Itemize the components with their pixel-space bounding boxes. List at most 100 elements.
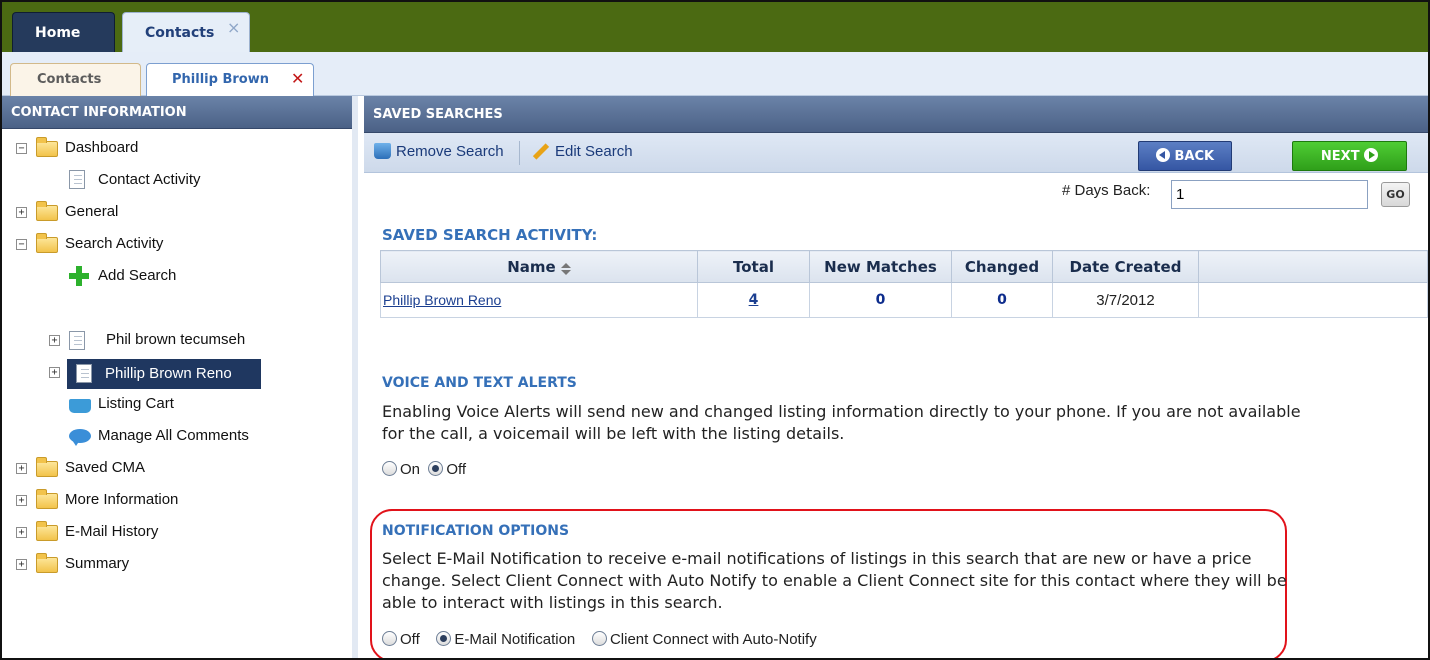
- document-icon: [76, 364, 92, 383]
- expand-icon[interactable]: +: [49, 335, 60, 346]
- top-tab-bar: Home Contacts ×: [2, 2, 1428, 52]
- column-header-name[interactable]: Name: [380, 250, 698, 283]
- folder-icon: [36, 137, 58, 157]
- tree-item-email-history[interactable]: E-Mail History: [65, 517, 158, 547]
- column-header-changed[interactable]: Changed: [951, 250, 1053, 283]
- cart-icon: [69, 399, 91, 413]
- go-button[interactable]: GO: [1381, 182, 1410, 207]
- table-header-row: Name Total New Matches Changed Date Crea…: [380, 250, 1428, 283]
- collapse-icon[interactable]: −: [16, 239, 27, 250]
- column-header-empty: [1198, 250, 1428, 283]
- cell-new-matches: 0: [809, 282, 952, 318]
- notify-email-option[interactable]: E-Mail Notification: [436, 631, 575, 648]
- radio-button[interactable]: [382, 461, 397, 476]
- subtab-contacts[interactable]: Contacts: [10, 63, 141, 96]
- folder-icon: [36, 233, 58, 253]
- trash-icon: [374, 143, 391, 159]
- table-row: Phillip Brown Reno 4 0 0 3/7/2012: [380, 282, 1428, 318]
- tree-item-general[interactable]: General: [65, 197, 118, 227]
- tree-item-more-information[interactable]: More Information: [65, 485, 178, 515]
- toolbar: Remove Search Edit Search: [364, 133, 1428, 173]
- voice-on-option[interactable]: On: [382, 461, 420, 478]
- arrow-right-icon: [1364, 148, 1379, 162]
- panel-title: CONTACT INFORMATION: [2, 96, 352, 129]
- tab-contacts[interactable]: Contacts ×: [122, 12, 250, 52]
- arrow-left-icon: [1155, 148, 1170, 162]
- tree-item-add-search[interactable]: Add Search: [98, 261, 176, 291]
- tree-item-phil-brown-tecumseh[interactable]: Phil brown tecumseh: [106, 325, 245, 355]
- folder-icon: [36, 201, 58, 221]
- next-label: NEXT: [1320, 149, 1360, 164]
- tree-item-summary[interactable]: Summary: [65, 549, 129, 579]
- notification-options-description: Select E-Mail Notification to receive e-…: [382, 549, 1287, 612]
- search-name-link[interactable]: Phillip Brown Reno: [383, 292, 501, 308]
- radio-button[interactable]: [591, 631, 607, 646]
- cell-total: 4: [697, 282, 810, 318]
- radio-label: Off: [400, 631, 420, 648]
- column-header-new-matches[interactable]: New Matches: [809, 250, 952, 283]
- remove-search-label: Remove Search: [396, 143, 504, 160]
- panel-title: SAVED SEARCHES: [364, 96, 1428, 133]
- tree-item-listing-cart[interactable]: Listing Cart: [98, 389, 174, 419]
- expand-icon[interactable]: +: [16, 495, 27, 506]
- expand-icon[interactable]: +: [16, 559, 27, 570]
- edit-search-button[interactable]: Edit Search: [532, 143, 633, 160]
- next-button[interactable]: NEXT: [1292, 141, 1407, 171]
- tab-home[interactable]: Home: [12, 12, 115, 52]
- document-icon: [69, 331, 85, 350]
- expand-icon[interactable]: +: [49, 367, 60, 378]
- comment-icon: [69, 429, 91, 446]
- saved-searches-panel: SAVED SEARCHES Remove Search Edit Search…: [364, 96, 1428, 658]
- folder-icon: [36, 553, 58, 573]
- radio-button[interactable]: [428, 461, 444, 476]
- radio-button[interactable]: [436, 631, 452, 646]
- remove-search-button[interactable]: Remove Search: [374, 143, 504, 160]
- column-header-date-created[interactable]: Date Created: [1052, 250, 1199, 283]
- tree-item-dashboard[interactable]: Dashboard: [65, 133, 138, 163]
- total-link[interactable]: 4: [749, 292, 759, 308]
- cell-name: Phillip Brown Reno: [380, 282, 698, 318]
- expand-icon[interactable]: +: [16, 207, 27, 218]
- tree-item-saved-cma[interactable]: Saved CMA: [65, 453, 145, 483]
- folder-icon: [36, 457, 58, 477]
- column-header-total[interactable]: Total: [697, 250, 810, 283]
- voice-off-option[interactable]: Off: [428, 461, 466, 478]
- expand-icon[interactable]: +: [16, 463, 27, 474]
- radio-label: Off: [446, 461, 467, 478]
- sub-tab-bar: Contacts Phillip Brown ✕: [2, 52, 1428, 96]
- contact-information-panel: CONTACT INFORMATION − Dashboard Contact …: [2, 96, 358, 658]
- new-matches-value: 0: [875, 292, 886, 308]
- edit-search-label: Edit Search: [555, 143, 633, 160]
- sort-icon[interactable]: [560, 262, 571, 275]
- radio-label: On: [400, 461, 421, 478]
- days-back-input[interactable]: [1171, 180, 1368, 209]
- changed-value: 0: [997, 292, 1007, 308]
- expand-icon[interactable]: +: [16, 527, 27, 538]
- tree-item-search-activity[interactable]: Search Activity: [65, 229, 163, 259]
- tree-item-manage-all-comments[interactable]: Manage All Comments: [98, 421, 249, 451]
- collapse-icon[interactable]: −: [16, 143, 27, 154]
- subtab-contacts-label: Contacts: [37, 72, 102, 87]
- notify-off-option[interactable]: Off: [382, 631, 420, 648]
- close-icon[interactable]: ✕: [291, 63, 304, 95]
- plus-icon: [69, 266, 89, 286]
- radio-button[interactable]: [382, 631, 397, 646]
- document-icon: [69, 170, 85, 189]
- notify-client-connect-option[interactable]: Client Connect with Auto-Notify: [591, 631, 817, 648]
- cell-empty: [1198, 282, 1428, 318]
- cell-changed: 0: [951, 282, 1053, 318]
- subtab-phillip-brown[interactable]: Phillip Brown ✕: [146, 63, 314, 96]
- tree-item-phillip-brown-reno[interactable]: Phillip Brown Reno: [67, 359, 261, 389]
- folder-icon: [36, 489, 58, 509]
- days-back-label: # Days Back:: [1062, 182, 1151, 199]
- pencil-icon: [532, 143, 550, 160]
- tree-item-label: Phillip Brown Reno: [105, 365, 232, 382]
- folder-icon: [36, 521, 58, 541]
- close-icon[interactable]: ×: [227, 8, 240, 48]
- notification-options: Off E-Mail Notification Client Connect w…: [382, 631, 817, 648]
- tab-contacts-label: Contacts: [145, 25, 215, 41]
- subtab-phillip-brown-label: Phillip Brown: [172, 72, 269, 87]
- back-button[interactable]: BACK: [1138, 141, 1232, 171]
- back-label: BACK: [1174, 149, 1215, 164]
- tree-item-contact-activity[interactable]: Contact Activity: [98, 165, 201, 195]
